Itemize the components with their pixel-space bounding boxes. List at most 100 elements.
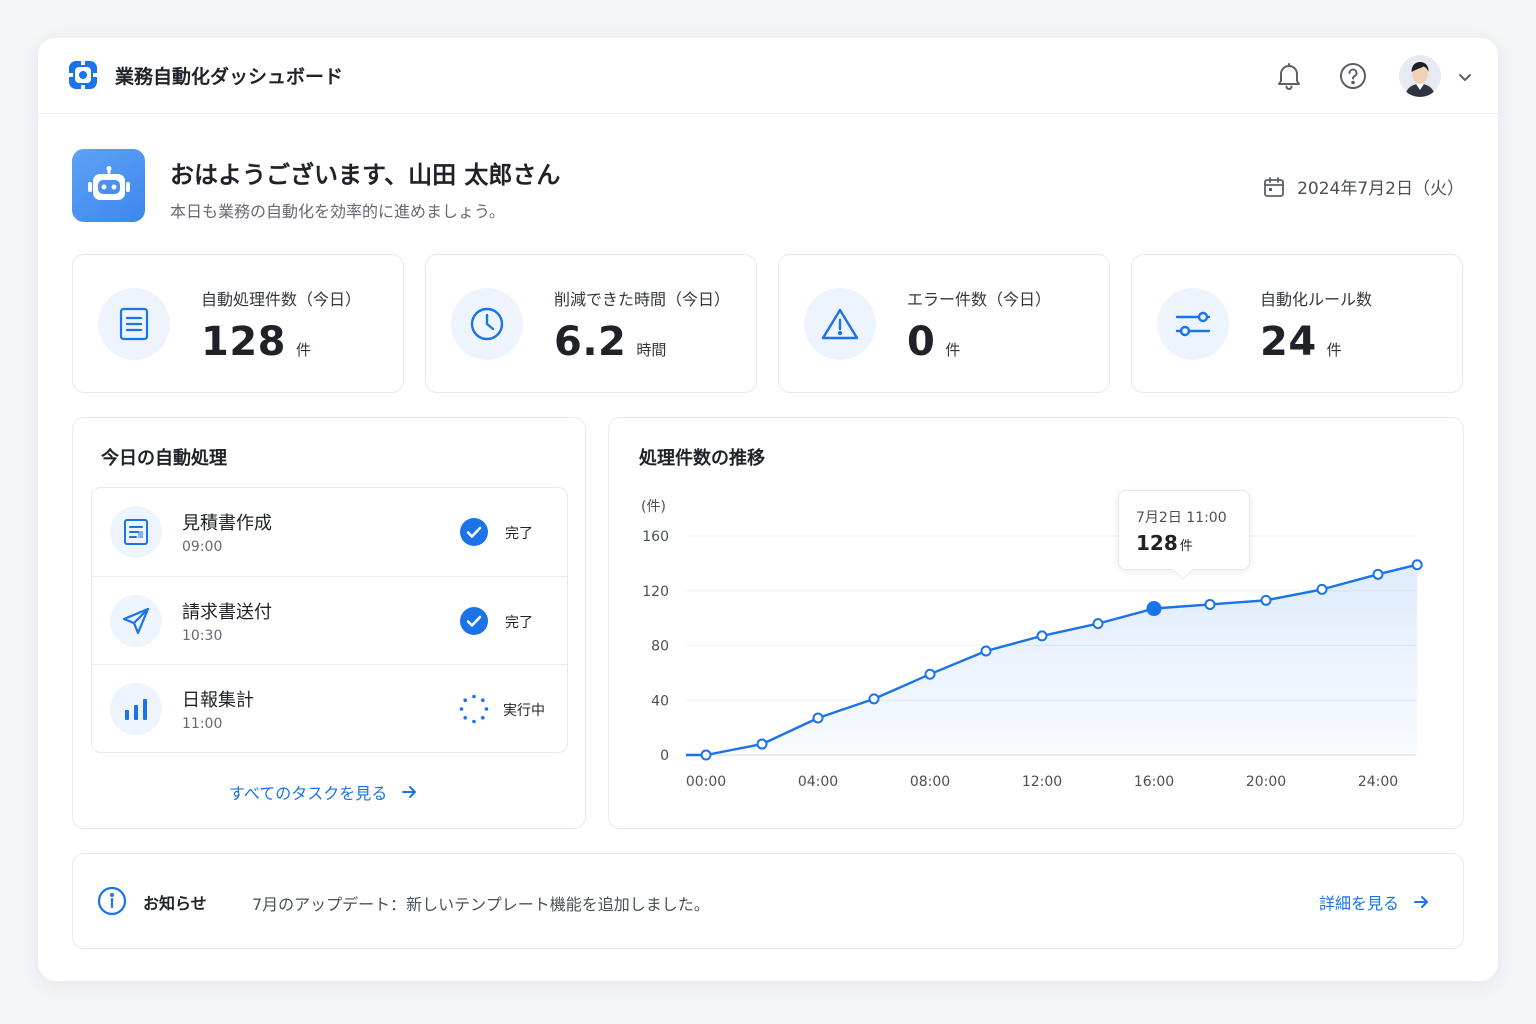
chart-point[interactable] bbox=[980, 645, 992, 657]
chart-point[interactable] bbox=[700, 749, 712, 761]
view-all-tasks-label: すべてのタスクを見る bbox=[229, 784, 388, 803]
stat-value-group: 0 件 bbox=[907, 319, 960, 365]
clock-icon bbox=[451, 288, 523, 360]
chart-point[interactable] bbox=[812, 712, 824, 724]
chevron-down-icon[interactable] bbox=[1456, 68, 1474, 86]
stat-label: 自動処理件数（今日） bbox=[201, 290, 362, 309]
task-name: 見積書作成 bbox=[182, 513, 272, 534]
task-time: 10:30 bbox=[182, 628, 223, 644]
task-row[interactable]: 請求書送付 10:30 完了 bbox=[92, 576, 567, 664]
task-row[interactable]: 見積書作成 09:00 完了 bbox=[92, 488, 567, 576]
y-tick-label: 120 bbox=[642, 584, 669, 600]
info-icon bbox=[97, 886, 127, 916]
task-list: 見積書作成 09:00 完了 請求書送付 10:30 完了 日報集計 11:00… bbox=[91, 487, 568, 753]
task-status: 完了 bbox=[505, 615, 533, 631]
task-time: 09:00 bbox=[182, 539, 223, 555]
top-header: 業務自動化ダッシュボード bbox=[38, 38, 1498, 114]
notice-details-label: 詳細を見る bbox=[1318, 894, 1399, 913]
task-status: 実行中 bbox=[503, 703, 545, 719]
chart-point[interactable] bbox=[1372, 568, 1384, 580]
chart-point[interactable] bbox=[1092, 618, 1104, 630]
stat-unit: 時間 bbox=[636, 341, 667, 359]
chart-point[interactable] bbox=[924, 668, 936, 680]
bell-icon[interactable] bbox=[1273, 60, 1305, 92]
notice-bar: お知らせ 7月のアップデート：新しいテンプレート機能を追加しました。 詳細を見る bbox=[72, 853, 1464, 949]
greeting-subtitle: 本日も業務の自動化を効率的に進めましょう。 bbox=[170, 202, 506, 221]
chart-point-highlighted[interactable] bbox=[1146, 601, 1162, 617]
stat-unit: 件 bbox=[296, 341, 312, 359]
chart-point[interactable] bbox=[868, 693, 880, 705]
chart-panel: 処理件数の推移 (件) 0 40 80 120 160 00:00 04:00 08:00 12… bbox=[608, 417, 1464, 829]
chart-point[interactable] bbox=[1036, 630, 1048, 642]
logo-icon bbox=[68, 60, 98, 90]
stat-label: 自動化ルール数 bbox=[1260, 290, 1373, 309]
warning-icon bbox=[804, 288, 876, 360]
tooltip-value: 128 bbox=[1136, 531, 1178, 555]
y-tick-label: 80 bbox=[651, 639, 669, 655]
x-tick-label: 08:00 bbox=[910, 774, 950, 790]
y-tick-label: 0 bbox=[660, 748, 669, 764]
notice-text: 7月のアップデート：新しいテンプレート機能を追加しました。 bbox=[252, 895, 710, 914]
task-row[interactable]: 日報集計 11:00 実行中 bbox=[92, 664, 567, 752]
stat-label: エラー件数（今日） bbox=[907, 290, 1052, 309]
stat-card-errors: エラー件数（今日） 0 件 bbox=[778, 254, 1110, 393]
stat-value-group: 24 件 bbox=[1260, 319, 1342, 365]
check-circle-icon bbox=[460, 518, 488, 546]
y-tick-label: 40 bbox=[651, 693, 669, 709]
date-display: 2024年7月2日（火） bbox=[1263, 174, 1464, 199]
stat-value-group: 6.2 時間 bbox=[554, 319, 666, 365]
calendar-icon bbox=[1264, 176, 1284, 197]
y-tick-label: 160 bbox=[642, 529, 669, 545]
loading-spinner-icon bbox=[459, 694, 489, 724]
stat-card-time-saved: 削減できた時間（今日） 6.2 時間 bbox=[425, 254, 757, 393]
x-tick-label: 24:00 bbox=[1358, 774, 1398, 790]
line-chart[interactable]: (件) 0 40 80 120 160 00:00 04:00 08:00 12:00 16:00… bbox=[609, 418, 1465, 830]
y-axis-label: (件) bbox=[641, 499, 666, 515]
current-date: 2024年7月2日（火） bbox=[1297, 179, 1464, 199]
x-tick-label: 16:00 bbox=[1134, 774, 1174, 790]
chart-point[interactable] bbox=[1204, 598, 1216, 610]
arrow-right-icon bbox=[1414, 896, 1428, 908]
x-tick-label: 04:00 bbox=[798, 774, 838, 790]
chart-point[interactable] bbox=[756, 738, 768, 750]
send-icon bbox=[110, 595, 162, 647]
x-tick-label: 00:00 bbox=[686, 774, 726, 790]
stat-value: 0 bbox=[907, 319, 936, 365]
dashboard-window: 業務自動化ダッシュボード おはようございます、山田 太郎さん 本日も業務の自動化… bbox=[38, 38, 1498, 981]
stat-unit: 件 bbox=[945, 341, 961, 359]
stat-card-rules: 自動化ルール数 24 件 bbox=[1131, 254, 1463, 393]
x-tick-label: 20:00 bbox=[1246, 774, 1286, 790]
arrow-right-icon bbox=[402, 786, 417, 798]
task-name: 請求書送付 bbox=[182, 602, 272, 623]
stat-unit: 件 bbox=[1326, 341, 1342, 359]
tooltip-unit: 件 bbox=[1179, 539, 1193, 554]
app-title: 業務自動化ダッシュボード bbox=[115, 66, 344, 88]
tooltip-time: 7月2日 11:00 bbox=[1136, 510, 1227, 526]
avatar[interactable] bbox=[1399, 55, 1441, 97]
chart-point[interactable] bbox=[1260, 594, 1272, 606]
sliders-icon bbox=[1157, 288, 1229, 360]
tasks-panel: 今日の自動処理 見積書作成 09:00 完了 請求書送付 10:30 完了 日報… bbox=[72, 417, 586, 829]
task-status: 完了 bbox=[505, 526, 533, 542]
bar-chart-icon bbox=[110, 683, 162, 735]
chart-point[interactable] bbox=[1316, 583, 1328, 595]
help-icon[interactable] bbox=[1337, 60, 1369, 92]
stat-value-group: 128 件 bbox=[201, 319, 311, 365]
stat-value: 6.2 bbox=[554, 319, 627, 365]
document-icon bbox=[98, 288, 170, 360]
notice-label: お知らせ bbox=[143, 894, 207, 913]
greeting-title: おはようございます、山田 太郎さん bbox=[170, 161, 561, 189]
tooltip-value-group: 128 件 bbox=[1136, 531, 1193, 555]
task-time: 11:00 bbox=[182, 716, 223, 732]
tasks-panel-title: 今日の自動処理 bbox=[101, 448, 227, 469]
chart-tooltip: 7月2日 11:00 128 件 bbox=[1118, 490, 1250, 580]
view-all-tasks-link[interactable]: すべてのタスクを見る bbox=[229, 780, 417, 804]
stat-card-processed: 自動処理件数（今日） 128 件 bbox=[72, 254, 404, 393]
chart-point[interactable] bbox=[1411, 559, 1423, 571]
quote-document-icon bbox=[110, 506, 162, 558]
task-name: 日報集計 bbox=[182, 690, 254, 711]
check-circle-icon bbox=[460, 607, 488, 635]
notice-details-link[interactable]: 詳細を見る bbox=[1319, 890, 1429, 914]
robot-icon bbox=[72, 149, 145, 222]
x-tick-label: 12:00 bbox=[1022, 774, 1062, 790]
